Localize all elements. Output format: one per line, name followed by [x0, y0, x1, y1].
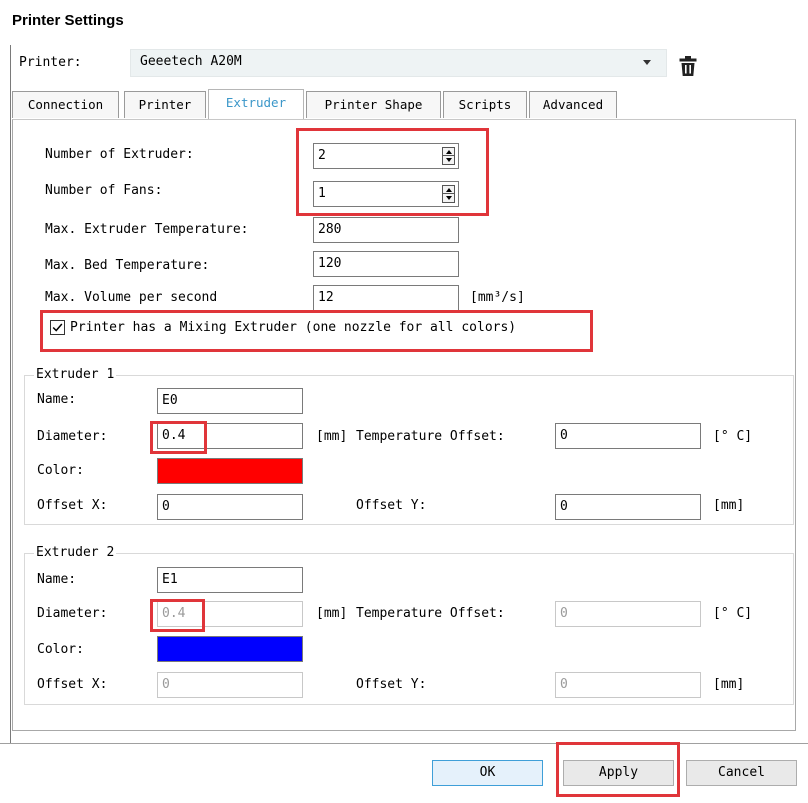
highlight-box: [40, 310, 593, 352]
extruder2-title: Extruder 2: [34, 545, 117, 560]
extruder2-diameter-label: Diameter:: [37, 606, 108, 621]
extruder1-name-label: Name:: [37, 392, 77, 407]
tab-connection[interactable]: Connection: [12, 91, 119, 118]
highlight-box: [556, 742, 680, 797]
tab-extruder[interactable]: Extruder: [208, 89, 304, 119]
max-volume-label: Max. Volume per second: [45, 290, 218, 305]
extruder2-offset-unit: [mm]: [713, 677, 745, 692]
extruder1-color-label: Color:: [37, 463, 84, 478]
extruder2-temp-unit: [° C]: [713, 606, 753, 621]
tab-printer[interactable]: Printer: [124, 91, 206, 118]
extruder1-offset-y-label: Offset Y:: [356, 498, 427, 513]
extruder1-offset-x-field[interactable]: 0: [157, 494, 303, 520]
printer-label: Printer:: [19, 55, 82, 70]
extruder2-offset-x-label: Offset X:: [37, 677, 108, 692]
max-volume-field[interactable]: 12: [313, 285, 459, 311]
printer-select-value: Geeetech A20M: [140, 54, 242, 69]
extruder1-diameter-label: Diameter:: [37, 429, 108, 444]
extruder2-color-swatch[interactable]: [157, 636, 303, 662]
tab-scripts[interactable]: Scripts: [443, 91, 527, 118]
max-volume-unit: [mm³/s]: [470, 290, 525, 305]
extruder1-title: Extruder 1: [34, 367, 117, 382]
extruder2-diameter-unit: [mm]: [316, 606, 348, 621]
max-bed-temp-field[interactable]: 120: [313, 251, 459, 277]
footer-divider: [0, 743, 808, 744]
extruder2-offset-y-field[interactable]: 0: [555, 672, 701, 698]
cancel-button[interactable]: Cancel: [686, 760, 797, 786]
highlight-box: [150, 421, 207, 454]
extruder1-name-field[interactable]: E0: [157, 388, 303, 414]
window-title: Printer Settings: [12, 12, 124, 29]
extruder2-offset-x-field[interactable]: 0: [157, 672, 303, 698]
extruder1-color-swatch[interactable]: [157, 458, 303, 484]
max-bed-temp-label: Max. Bed Temperature:: [45, 258, 210, 273]
ok-button[interactable]: OK: [432, 760, 543, 786]
max-extruder-temp-label: Max. Extruder Temperature:: [45, 222, 249, 237]
extruder1-offset-y-field[interactable]: 0: [555, 494, 701, 520]
window-left-border: [10, 45, 11, 743]
extruder1-temp-unit: [° C]: [713, 429, 753, 444]
extruder2-temp-offset-label: Temperature Offset:: [356, 606, 505, 621]
num-fans-label: Number of Fans:: [45, 183, 163, 198]
extruder1-offset-x-label: Offset X:: [37, 498, 108, 513]
extruder1-temp-offset-field[interactable]: 0: [555, 423, 701, 449]
highlight-box: [150, 599, 205, 632]
extruder2-name-label: Name:: [37, 572, 77, 587]
extruder1-temp-offset-label: Temperature Offset:: [356, 429, 505, 444]
extruder1-offset-unit: [mm]: [713, 498, 745, 513]
extruder2-offset-y-label: Offset Y:: [356, 677, 427, 692]
tab-advanced[interactable]: Advanced: [529, 91, 617, 118]
highlight-box: [296, 128, 489, 216]
extruder2-color-label: Color:: [37, 642, 84, 657]
extruder1-diameter-unit: [mm]: [316, 429, 348, 444]
tab-printer-shape[interactable]: Printer Shape: [306, 91, 441, 118]
extruder2-name-field[interactable]: E1: [157, 567, 303, 593]
num-extruders-label: Number of Extruder:: [45, 147, 194, 162]
extruder2-temp-offset-field[interactable]: 0: [555, 601, 701, 627]
chevron-down-icon[interactable]: [643, 60, 651, 65]
trash-icon[interactable]: [676, 54, 700, 78]
max-extruder-temp-field[interactable]: 280: [313, 217, 459, 243]
